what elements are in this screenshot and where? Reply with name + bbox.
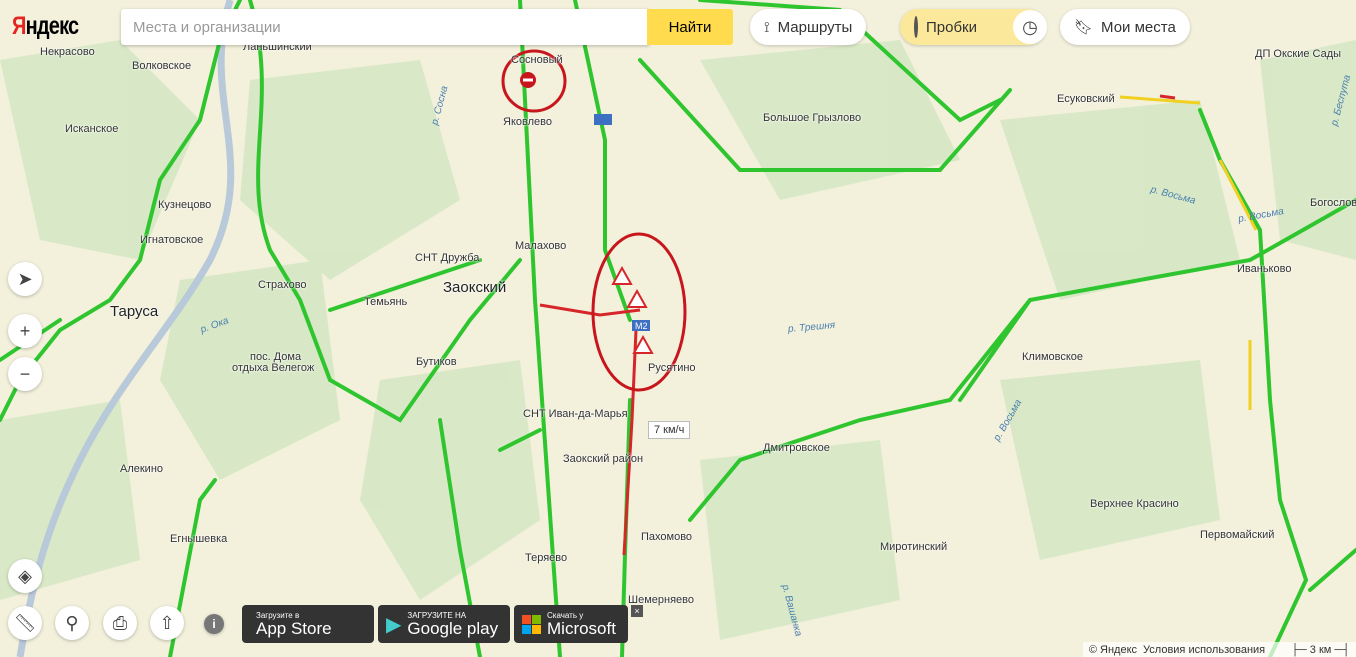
- place-label: Заокский: [443, 279, 507, 296]
- place-label: Миротинский: [880, 541, 948, 553]
- app-store-badge[interactable]: Загрузите в App Store: [242, 605, 374, 643]
- geolocation-icon[interactable]: ➤: [8, 262, 42, 296]
- zoom-out-button[interactable]: −: [8, 357, 42, 391]
- scale-label: 3 км: [1309, 643, 1332, 656]
- yandex-logo[interactable]: Яндекс: [12, 12, 79, 41]
- panorama-icon[interactable]: ⚲: [55, 606, 89, 640]
- google-play-badge[interactable]: ▶ ЗАГРУЗИТЕ НА Google play: [378, 605, 510, 643]
- road-shield-label: М2: [635, 321, 648, 331]
- place-label: ДП Окские Сады: [1255, 48, 1342, 60]
- traffic-label: Пробки: [926, 18, 977, 36]
- place-label: Егнышевка: [170, 533, 228, 545]
- windows-icon: [522, 614, 541, 634]
- ruler-icon[interactable]: 📏︎: [8, 606, 42, 640]
- zoom-in-button[interactable]: +: [8, 314, 42, 348]
- place-label: Таруса: [110, 303, 159, 320]
- place-label: Темьянь: [364, 296, 408, 308]
- my-places-label: Мои места: [1101, 18, 1176, 36]
- place-label: Первомайский: [1200, 529, 1275, 541]
- play-icon: ▶: [386, 613, 402, 636]
- place-label: Сосновый: [511, 54, 563, 66]
- place-label: Пахомово: [641, 531, 693, 543]
- share-icon[interactable]: ⇧: [150, 606, 184, 640]
- place-label: Кузнецово: [158, 199, 212, 211]
- copyright: © Яндекс: [1088, 643, 1138, 656]
- place-label: Страхово: [258, 279, 307, 291]
- place-label: Иваньково: [1237, 263, 1292, 275]
- place-label: Заокский район: [563, 453, 644, 465]
- my-places-button[interactable]: 🔖︎ Мои места: [1060, 9, 1190, 45]
- place-label: Большое Грызлово: [763, 112, 862, 124]
- place-label: Некрасово: [40, 46, 95, 58]
- search-input[interactable]: [121, 9, 649, 45]
- place-label: отдыха Велегож: [232, 362, 315, 374]
- place-label: Богослово: [1310, 197, 1356, 209]
- search-button[interactable]: Найти: [647, 9, 733, 45]
- place-label: Игнатовское: [140, 234, 204, 246]
- place-label: Исканское: [65, 123, 119, 135]
- place-label: Алекино: [120, 463, 164, 475]
- clock-icon[interactable]: ◷: [1013, 10, 1047, 44]
- place-label: Русятино: [648, 362, 696, 374]
- microsoft-badge[interactable]: Скачать у Microsoft: [514, 605, 628, 643]
- footer: © Яндекс Условия использования ├─ 3 км ─┤: [1082, 642, 1356, 657]
- place-label: Теряево: [525, 552, 568, 564]
- place-label: Дмитровское: [763, 442, 830, 454]
- place-label: Климовское: [1022, 351, 1084, 363]
- badge-big: Google play: [407, 618, 499, 638]
- routes-button[interactable]: ⟟ Маршруты: [750, 9, 867, 45]
- place-label: Волковское: [132, 60, 192, 72]
- badge-big: Microsoft: [547, 618, 616, 638]
- place-label: Есуковский: [1057, 93, 1115, 105]
- routes-label: Маршруты: [777, 18, 853, 36]
- info-icon[interactable]: i: [204, 614, 224, 634]
- search-box[interactable]: [121, 9, 649, 45]
- layers-icon[interactable]: ◈: [8, 559, 42, 593]
- place-label: СНТ Иван-да-Марья: [523, 408, 628, 420]
- place-label: Яковлево: [503, 116, 552, 128]
- print-icon[interactable]: ⎙: [103, 606, 137, 640]
- terms-link[interactable]: Условия использования: [1143, 644, 1265, 656]
- badge-big: App Store: [256, 618, 332, 638]
- speed-label: 7 км/ч: [648, 421, 691, 439]
- route-icon: ⟟: [764, 18, 770, 36]
- traffic-icon: [914, 16, 918, 38]
- bookmark-icon: 🔖︎: [1074, 19, 1094, 36]
- place-label: Верхнее Красино: [1090, 498, 1179, 510]
- place-label: Бутиков: [416, 356, 457, 368]
- scale-bar: ├─ 3 км ─┤: [1291, 643, 1350, 656]
- place-label: Малахово: [515, 240, 567, 252]
- close-badges-icon[interactable]: ×: [631, 605, 643, 617]
- place-label: СНТ Дружба: [415, 252, 480, 264]
